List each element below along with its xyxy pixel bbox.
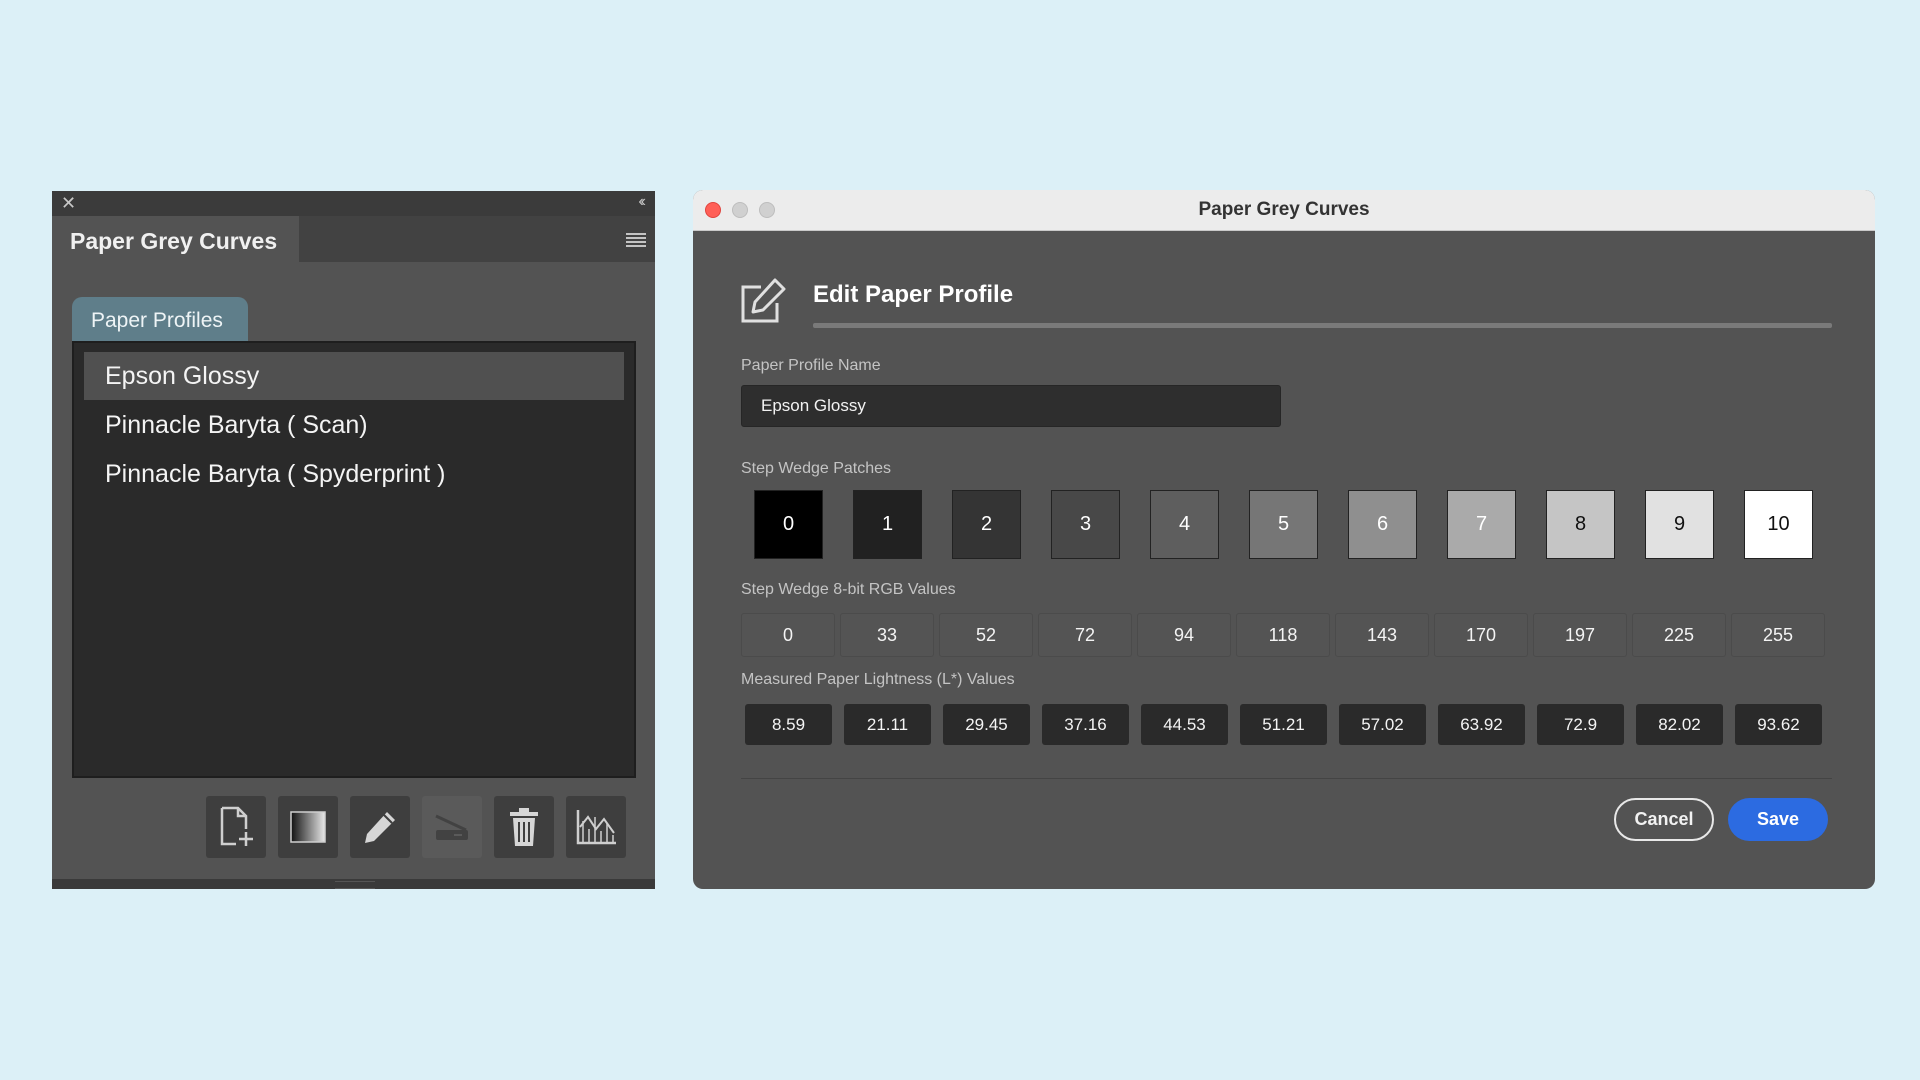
save-button[interactable]: Save <box>1728 798 1828 841</box>
step-wedge-patches: 0 1 2 3 4 5 6 7 8 9 10 <box>754 490 1813 559</box>
lightness-value-input[interactable] <box>1042 704 1129 745</box>
list-item[interactable]: Pinnacle Baryta ( Scan) <box>84 401 624 449</box>
curve-graph-button[interactable] <box>566 796 626 858</box>
panel-tab-bar: Paper Grey Curves <box>52 216 655 262</box>
patches-label: Step Wedge Patches <box>741 460 892 477</box>
close-icon[interactable]: ✕ <box>61 193 76 213</box>
zoom-window-button[interactable] <box>759 202 775 218</box>
dialog-heading: Edit Paper Profile <box>813 281 1014 308</box>
window-title: Paper Grey Curves <box>1198 199 1370 220</box>
step-wedge-patch: 8 <box>1546 490 1615 559</box>
step-wedge-patch: 10 <box>1744 490 1813 559</box>
lightness-value-input[interactable] <box>1735 704 1822 745</box>
pencil-icon <box>365 812 395 843</box>
rgb-value-cell: 255 <box>1731 613 1825 657</box>
gradient-button[interactable] <box>278 796 338 858</box>
gradient-icon <box>290 811 326 843</box>
lightness-values-row <box>745 704 1822 745</box>
step-wedge-patch: 7 <box>1447 490 1516 559</box>
graph-icon <box>576 810 616 845</box>
profile-name-input[interactable] <box>741 385 1281 427</box>
rgb-value-cell: 72 <box>1038 613 1132 657</box>
delete-profile-button[interactable] <box>494 796 554 858</box>
rgb-value-cell: 170 <box>1434 613 1528 657</box>
rgb-value-cell: 52 <box>939 613 1033 657</box>
collapse-icon[interactable]: ‹‹ <box>638 192 645 212</box>
minimize-window-button[interactable] <box>732 202 748 218</box>
heading-divider <box>813 323 1832 328</box>
trash-icon <box>510 808 538 846</box>
lightness-value-input[interactable] <box>943 704 1030 745</box>
rgb-value-cell: 225 <box>1632 613 1726 657</box>
rgb-value-cell: 118 <box>1236 613 1330 657</box>
edit-icon <box>741 278 786 323</box>
profile-name-label: Paper Profile Name <box>741 357 881 374</box>
step-wedge-patch: 3 <box>1051 490 1120 559</box>
edit-paper-profile-dialog: Paper Grey Curves Edit Paper Profile Pap… <box>693 190 1875 889</box>
cancel-button[interactable]: Cancel <box>1614 798 1714 841</box>
edit-profile-button[interactable] <box>350 796 410 858</box>
step-wedge-patch: 5 <box>1249 490 1318 559</box>
lightness-value-input[interactable] <box>1636 704 1723 745</box>
panel-top-bar: ✕ ‹‹ <box>52 191 655 216</box>
resize-grip[interactable] <box>335 881 375 889</box>
scan-button[interactable] <box>422 796 482 858</box>
panel-toolbar <box>206 796 626 858</box>
lightness-value-input[interactable] <box>1537 704 1624 745</box>
paper-profiles-list: Epson Glossy Pinnacle Baryta ( Scan) Pin… <box>72 341 636 778</box>
footer-divider <box>741 778 1832 779</box>
hamburger-menu-icon[interactable] <box>626 233 646 247</box>
rgb-value-cell: 33 <box>840 613 934 657</box>
close-window-button[interactable] <box>705 202 721 218</box>
step-wedge-patch: 1 <box>853 490 922 559</box>
step-wedge-patch: 9 <box>1645 490 1714 559</box>
rgb-value-cell: 94 <box>1137 613 1231 657</box>
lightness-value-input[interactable] <box>1438 704 1525 745</box>
lightness-value-input[interactable] <box>844 704 931 745</box>
rgb-value-cell: 0 <box>741 613 835 657</box>
scanner-icon <box>435 814 468 840</box>
rgb-value-cell: 143 <box>1335 613 1429 657</box>
lightness-value-input[interactable] <box>1339 704 1426 745</box>
step-wedge-patch: 4 <box>1150 490 1219 559</box>
rgb-values-row: 0 33 52 72 94 118 143 170 197 225 255 <box>741 613 1825 657</box>
paper-grey-curves-panel: ✕ ‹‹ Paper Grey Curves Paper Profiles Ep… <box>52 191 655 889</box>
tab-paper-profiles[interactable]: Paper Profiles <box>72 297 248 343</box>
lightness-value-input[interactable] <box>1240 704 1327 745</box>
step-wedge-patch: 6 <box>1348 490 1417 559</box>
rgb-values-label: Step Wedge 8-bit RGB Values <box>741 581 956 598</box>
new-profile-button[interactable] <box>206 796 266 858</box>
lightness-values-label: Measured Paper Lightness (L*) Values <box>741 671 1015 688</box>
rgb-value-cell: 197 <box>1533 613 1627 657</box>
list-item[interactable]: Epson Glossy <box>84 352 624 400</box>
step-wedge-patch: 2 <box>952 490 1021 559</box>
tab-paper-grey-curves[interactable]: Paper Grey Curves <box>52 216 299 262</box>
step-wedge-patch: 0 <box>754 490 823 559</box>
window-title-bar: Paper Grey Curves <box>693 190 1875 231</box>
lightness-value-input[interactable] <box>745 704 832 745</box>
new-document-icon <box>220 806 253 846</box>
list-item[interactable]: Pinnacle Baryta ( Spyderprint ) <box>84 450 624 498</box>
lightness-value-input[interactable] <box>1141 704 1228 745</box>
